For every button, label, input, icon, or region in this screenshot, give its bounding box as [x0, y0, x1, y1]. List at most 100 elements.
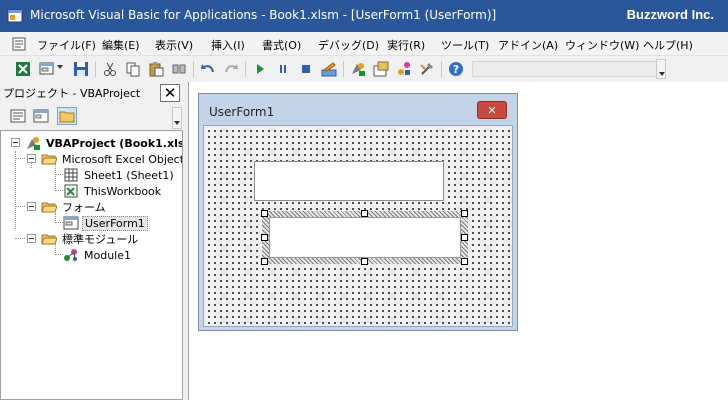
- module-icon: [64, 249, 77, 261]
- project-explorer: プロジェクト - VBAProject ✕ VBAProject (Book1.…: [0, 82, 185, 400]
- brand-label: Buzzword Inc.: [626, 7, 714, 22]
- tree-node-vbaproject[interactable]: VBAProject (Book1.xlsm): [25, 135, 182, 151]
- view-excel-icon[interactable]: [14, 60, 32, 78]
- project-tree: VBAProject (Book1.xlsm) Microsoft Excel …: [0, 130, 183, 400]
- worksheet-icon: [64, 168, 78, 182]
- tree-node-module1[interactable]: Module1: [63, 247, 133, 263]
- redo-icon[interactable]: [222, 60, 240, 78]
- tree-connector: [15, 151, 16, 229]
- tree-expander[interactable]: [27, 202, 36, 211]
- copy-icon[interactable]: [124, 60, 142, 78]
- tree-connector: [55, 222, 63, 223]
- toolbar-separator: [245, 61, 246, 77]
- menu-help[interactable]: ヘルプ(H): [643, 37, 693, 53]
- menu-insert[interactable]: 挿入(I): [211, 37, 245, 53]
- resize-handle[interactable]: [261, 210, 268, 217]
- menu-edit[interactable]: 編集(E): [102, 37, 140, 53]
- resize-handle[interactable]: [461, 258, 468, 265]
- tree-connector: [15, 206, 25, 207]
- view-object-icon[interactable]: [31, 107, 51, 125]
- project-explorer-header: プロジェクト - VBAProject ✕: [0, 82, 185, 102]
- cut-icon[interactable]: [101, 60, 119, 78]
- tree-label: VBAProject (Book1.xlsm): [46, 136, 182, 150]
- position-field: [472, 61, 662, 77]
- tree-node-thisworkbook[interactable]: ThisWorkbook: [63, 183, 163, 199]
- toolbar-overflow-button[interactable]: [656, 59, 666, 79]
- properties-icon[interactable]: [372, 60, 390, 78]
- resize-handle[interactable]: [261, 234, 268, 241]
- tree-label: Module1: [84, 248, 131, 262]
- tree-label: フォーム: [62, 201, 106, 214]
- find-icon[interactable]: [170, 60, 188, 78]
- standard-toolbar: ?: [0, 56, 728, 82]
- tree-connector: [55, 174, 63, 175]
- object-browser-icon[interactable]: [395, 60, 413, 78]
- tree-label: Sheet1 (Sheet1): [84, 168, 174, 182]
- design-mode-icon[interactable]: [320, 60, 338, 78]
- userform-icon: [63, 216, 79, 230]
- window-title: Microsoft Visual Basic for Applications …: [30, 8, 497, 22]
- svg-text:?: ?: [453, 63, 459, 76]
- project-explorer-icon[interactable]: [349, 60, 367, 78]
- vbaproject-icon: [27, 137, 40, 150]
- toolbox-icon[interactable]: [418, 60, 436, 78]
- resize-handle[interactable]: [461, 234, 468, 241]
- tree-node-forms[interactable]: フォーム: [41, 199, 108, 215]
- resize-handle[interactable]: [361, 258, 368, 265]
- module-menu-icon[interactable]: [12, 37, 26, 51]
- help-icon[interactable]: ?: [447, 60, 465, 78]
- textbox2-control[interactable]: [269, 217, 461, 258]
- folder-open-icon: [41, 154, 57, 165]
- chevron-down-icon[interactable]: [57, 65, 63, 69]
- project-explorer-toolbar: [0, 103, 185, 129]
- close-icon: ✕: [487, 103, 497, 117]
- undo-icon[interactable]: [199, 60, 217, 78]
- tree-node-modules[interactable]: 標準モジュール: [41, 231, 140, 247]
- window-titlebar: Microsoft Visual Basic for Applications …: [0, 0, 728, 32]
- insert-userform-icon[interactable]: [38, 60, 56, 78]
- menu-file[interactable]: ファイル(F): [37, 37, 96, 53]
- resize-handle[interactable]: [461, 210, 468, 217]
- menu-addins[interactable]: アドイン(A): [498, 37, 558, 53]
- resize-handle[interactable]: [261, 258, 268, 265]
- resize-handle[interactable]: [361, 210, 368, 217]
- menu-run[interactable]: 実行(R): [387, 37, 425, 53]
- userform-close-button[interactable]: ✕: [477, 101, 507, 119]
- break-icon[interactable]: [274, 60, 292, 78]
- tree-node-excel-objects[interactable]: Microsoft Excel Objects: [41, 151, 183, 167]
- menu-format[interactable]: 書式(O): [262, 37, 301, 53]
- tree-expander[interactable]: [11, 138, 20, 147]
- view-code-icon[interactable]: [8, 107, 28, 125]
- menu-debug[interactable]: デバッグ(D): [318, 37, 379, 53]
- tree-node-sheet1[interactable]: Sheet1 (Sheet1): [63, 167, 176, 183]
- toolbar-separator: [193, 61, 194, 77]
- userform-title: UserForm1: [209, 105, 275, 119]
- tree-node-userform1[interactable]: UserForm1: [63, 215, 148, 231]
- tree-label: Microsoft Excel Objects: [62, 152, 183, 166]
- reset-icon[interactable]: [297, 60, 315, 78]
- save-icon[interactable]: [72, 60, 90, 78]
- toolbar-overflow-button[interactable]: [172, 107, 182, 129]
- menu-tools[interactable]: ツール(T): [441, 37, 489, 53]
- textbox1-control[interactable]: [254, 161, 444, 201]
- toolbar-separator: [95, 61, 96, 77]
- run-icon[interactable]: [251, 60, 269, 78]
- close-button[interactable]: ✕: [160, 84, 180, 102]
- menu-window[interactable]: ウィンドウ(W): [565, 37, 639, 53]
- tree-label: ThisWorkbook: [84, 184, 162, 198]
- tree-expander[interactable]: [27, 234, 36, 243]
- tree-connector: [55, 254, 63, 255]
- tree-connector: [15, 238, 25, 239]
- menu-view[interactable]: 表示(V): [155, 37, 193, 53]
- project-explorer-title: プロジェクト - VBAProject: [3, 87, 141, 100]
- vba-app-icon: [7, 9, 23, 23]
- tree-connector: [55, 190, 63, 191]
- workbook-icon: [64, 184, 78, 198]
- textbox2-selection-frame[interactable]: [262, 211, 468, 264]
- toolbar-separator: [343, 61, 344, 77]
- tree-expander[interactable]: [27, 154, 36, 163]
- tree-connector: [15, 158, 25, 159]
- paste-icon[interactable]: [147, 60, 165, 78]
- tree-label: UserForm1: [82, 215, 148, 231]
- toggle-folders-icon[interactable]: [57, 107, 77, 125]
